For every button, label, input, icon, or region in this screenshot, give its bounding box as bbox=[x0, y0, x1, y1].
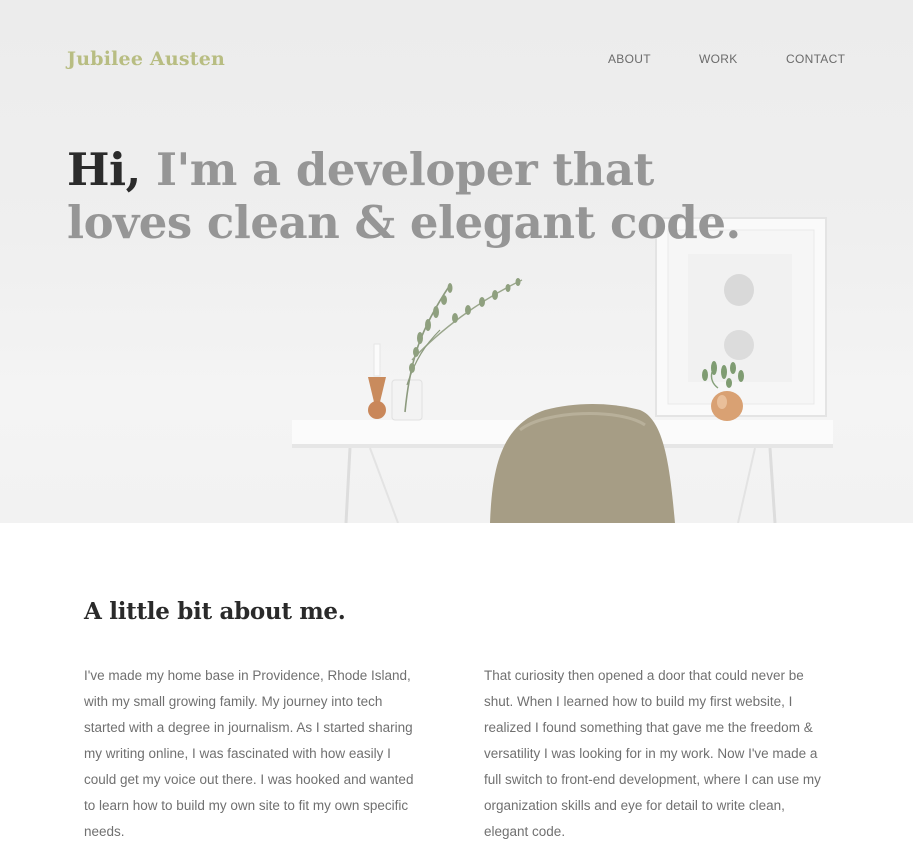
about-paragraph-2: That curiosity then opened a door that c… bbox=[484, 668, 821, 839]
hero-section: Jubilee Austen ABOUT WORK CONTACT Hi, I'… bbox=[0, 0, 913, 523]
about-title: A little bit about me. bbox=[84, 598, 346, 625]
hero-headline: Hi, I'm a developer that loves clean & e… bbox=[67, 143, 787, 249]
hero-headline-text: I'm a developer that loves clean & elega… bbox=[67, 143, 741, 249]
nav-link-work[interactable]: WORK bbox=[699, 52, 738, 66]
hero-background-image bbox=[292, 217, 833, 523]
plant-vase bbox=[391, 278, 523, 421]
about-paragraph-1: I've made my home base in Providence, Rh… bbox=[84, 668, 414, 839]
nav-link-about[interactable]: ABOUT bbox=[608, 52, 651, 66]
nav-link-contact[interactable]: CONTACT bbox=[786, 52, 845, 66]
hero-greeting: Hi, bbox=[67, 143, 141, 196]
main-nav: ABOUT WORK CONTACT bbox=[0, 52, 913, 72]
candle-holder bbox=[368, 343, 386, 419]
